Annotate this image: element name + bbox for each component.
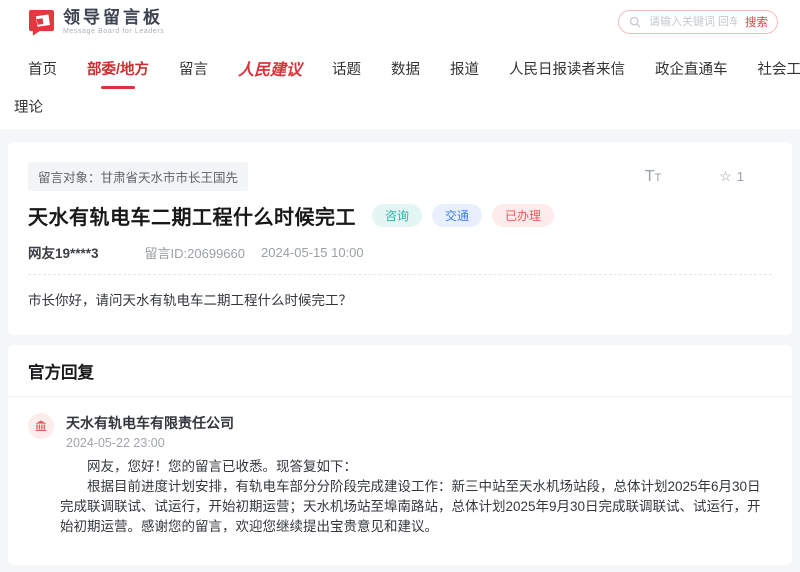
nav-item[interactable]: 政企直通车 xyxy=(655,58,728,79)
star-icon: ☆ xyxy=(719,168,732,185)
message-card: 留言对象：甘肃省天水市市长王国先 TT ☆ 1 天水有轨电车二期工程什么时候完工… xyxy=(8,142,792,335)
nav-item[interactable]: 社会工作 xyxy=(758,58,800,79)
page-content: 留言对象：甘肃省天水市市长王国先 TT ☆ 1 天水有轨电车二期工程什么时候完工… xyxy=(0,129,800,572)
main-nav: 首页部委/地方留言人民建议话题数据报道人民日报读者来信政企直通车社会工作案例库 … xyxy=(0,44,800,129)
message-body: 市长你好，请问天水有轨电车二期工程什么时候完工？ xyxy=(28,289,772,309)
star-count: 1 xyxy=(737,169,744,184)
nav-item[interactable]: 人民日报读者来信 xyxy=(509,58,625,79)
reply-paragraph: 网友，您好！您的留言已收悉。现答复如下： xyxy=(60,457,768,477)
search-icon xyxy=(629,16,641,28)
search-button[interactable]: 搜索 xyxy=(745,14,768,30)
reply-header: 天水有轨电车有限责任公司 2024-05-22 23:00 xyxy=(8,397,792,450)
top-header: 领导留言板 Message Board for Leaders 搜索 xyxy=(0,0,800,44)
message-author: 网友19****3 xyxy=(28,242,99,262)
bank-building-icon xyxy=(34,419,48,433)
nav-item[interactable]: 人民建议 xyxy=(238,56,302,80)
message-toolbar: 留言对象：甘肃省天水市市长王国先 TT ☆ 1 xyxy=(28,162,772,191)
message-id: 留言ID:20699660 xyxy=(145,243,245,262)
message-title-row: 天水有轨电车二期工程什么时候完工 咨询交通已办理 xyxy=(28,201,772,230)
reply-content: 网友，您好！您的留言已收悉。现答复如下：根据目前进度计划安排，有轨电车部分分阶段… xyxy=(8,450,792,565)
organization-name: 天水有轨电车有限责任公司 xyxy=(66,413,234,433)
nav-item[interactable]: 报道 xyxy=(450,58,479,79)
reply-paragraph: 根据目前进度计划安排，有轨电车部分分阶段完成建设工作：新三中站至天水机场站段，总… xyxy=(60,477,768,537)
search-box[interactable]: 搜索 xyxy=(618,10,778,34)
search-input[interactable] xyxy=(647,15,739,29)
nav-item[interactable]: 部委/地方 xyxy=(87,58,149,79)
reply-section-title: 官方回复 xyxy=(8,359,792,397)
nav-item[interactable]: 留言 xyxy=(179,58,208,79)
site-title: 领导留言板 xyxy=(63,9,164,26)
official-reply-card: 官方回复 天水有轨电车有限责任公司 2024-05-22 23:00 xyxy=(8,345,792,565)
favorite-button[interactable]: ☆ 1 xyxy=(719,168,744,185)
tag-badge: 已办理 xyxy=(492,204,554,227)
message-tags: 咨询交通已办理 xyxy=(372,204,554,227)
reply-date: 2024-05-22 23:00 xyxy=(66,436,234,450)
message-target-badge: 留言对象：甘肃省天水市市长王国先 xyxy=(28,162,248,191)
site-logo[interactable]: 领导留言板 Message Board for Leaders xyxy=(28,9,164,36)
nav-row-primary: 首页部委/地方留言人民建议话题数据报道人民日报读者来信政企直通车社会工作案例库 xyxy=(0,52,800,80)
dashed-divider xyxy=(28,274,772,275)
font-size-icon[interactable]: TT xyxy=(645,169,662,185)
nav-item[interactable]: 首页 xyxy=(28,58,57,79)
site-subtitle: Message Board for Leaders xyxy=(63,28,164,35)
message-title: 天水有轨电车二期工程什么时候完工 xyxy=(28,201,356,230)
tag-badge: 交通 xyxy=(432,204,482,227)
organization-icon xyxy=(28,413,54,439)
tag-badge: 咨询 xyxy=(372,204,422,227)
message-meta: 网友19****3 留言ID:20699660 2024-05-15 10:00 xyxy=(28,242,772,262)
message-date: 2024-05-15 10:00 xyxy=(261,245,364,260)
organization-info: 天水有轨电车有限责任公司 2024-05-22 23:00 xyxy=(66,413,234,450)
nav-item[interactable]: 理论 xyxy=(14,96,43,117)
nav-item[interactable]: 话题 xyxy=(332,58,361,79)
nav-item[interactable]: 数据 xyxy=(391,58,420,79)
logo-icon xyxy=(28,9,55,36)
logo-text: 领导留言板 Message Board for Leaders xyxy=(63,9,164,35)
